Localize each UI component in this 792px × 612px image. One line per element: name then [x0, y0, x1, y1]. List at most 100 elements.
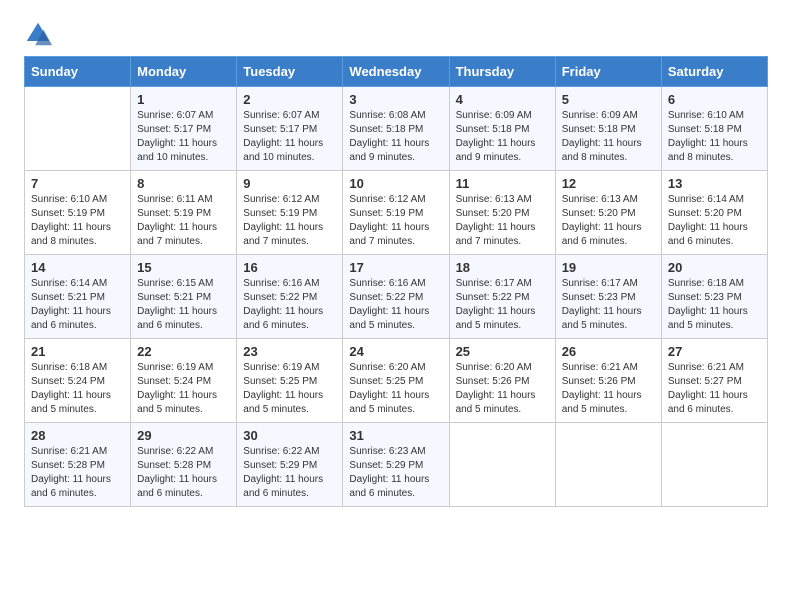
day-cell: [555, 423, 661, 507]
day-info: Sunrise: 6:13 AM Sunset: 5:20 PM Dayligh…: [456, 193, 549, 249]
day-number: 20: [668, 260, 761, 275]
day-cell: 1 Sunrise: 6:07 AM Sunset: 5:17 PM Daylig…: [131, 87, 237, 171]
day-number: 17: [349, 260, 442, 275]
day-info: Sunrise: 6:07 AM Sunset: 5:17 PM Dayligh…: [137, 109, 230, 165]
day-number: 22: [137, 344, 230, 359]
day-info: Sunrise: 6:17 AM Sunset: 5:22 PM Dayligh…: [456, 277, 549, 333]
day-number: 18: [456, 260, 549, 275]
day-number: 4: [456, 92, 549, 107]
calendar-header: SundayMondayTuesdayWednesdayThursdayFrid…: [25, 57, 768, 87]
day-info: Sunrise: 6:13 AM Sunset: 5:20 PM Dayligh…: [562, 193, 655, 249]
day-info: Sunrise: 6:21 AM Sunset: 5:26 PM Dayligh…: [562, 361, 655, 417]
day-number: 24: [349, 344, 442, 359]
day-number: 9: [243, 176, 336, 191]
day-info: Sunrise: 6:16 AM Sunset: 5:22 PM Dayligh…: [243, 277, 336, 333]
day-info: Sunrise: 6:19 AM Sunset: 5:24 PM Dayligh…: [137, 361, 230, 417]
day-info: Sunrise: 6:22 AM Sunset: 5:28 PM Dayligh…: [137, 445, 230, 501]
calendar-table: SundayMondayTuesdayWednesdayThursdayFrid…: [24, 56, 768, 507]
calendar-body: 1 Sunrise: 6:07 AM Sunset: 5:17 PM Daylig…: [25, 87, 768, 507]
day-cell: 12 Sunrise: 6:13 AM Sunset: 5:20 PM Dayli…: [555, 171, 661, 255]
day-number: 19: [562, 260, 655, 275]
day-cell: 3 Sunrise: 6:08 AM Sunset: 5:18 PM Daylig…: [343, 87, 449, 171]
day-info: Sunrise: 6:07 AM Sunset: 5:17 PM Dayligh…: [243, 109, 336, 165]
day-number: 3: [349, 92, 442, 107]
day-number: 16: [243, 260, 336, 275]
day-info: Sunrise: 6:22 AM Sunset: 5:29 PM Dayligh…: [243, 445, 336, 501]
day-cell: 11 Sunrise: 6:13 AM Sunset: 5:20 PM Dayli…: [449, 171, 555, 255]
day-info: Sunrise: 6:14 AM Sunset: 5:21 PM Dayligh…: [31, 277, 124, 333]
day-info: Sunrise: 6:09 AM Sunset: 5:18 PM Dayligh…: [456, 109, 549, 165]
day-cell: 7Sunrise: 6:10 AM Sunset: 5:19 PM Daylig…: [25, 171, 131, 255]
day-cell: 18 Sunrise: 6:17 AM Sunset: 5:22 PM Dayli…: [449, 255, 555, 339]
day-number: 5: [562, 92, 655, 107]
header-cell-sunday: Sunday: [25, 57, 131, 87]
header-cell-wednesday: Wednesday: [343, 57, 449, 87]
day-cell: 25 Sunrise: 6:20 AM Sunset: 5:26 PM Dayli…: [449, 339, 555, 423]
logo-icon: [24, 20, 52, 48]
day-info: Sunrise: 6:14 AM Sunset: 5:20 PM Dayligh…: [668, 193, 761, 249]
day-info: Sunrise: 6:09 AM Sunset: 5:18 PM Dayligh…: [562, 109, 655, 165]
day-cell: 17Sunrise: 6:16 AM Sunset: 5:22 PM Dayli…: [343, 255, 449, 339]
day-info: Sunrise: 6:08 AM Sunset: 5:18 PM Dayligh…: [349, 109, 442, 165]
day-number: 13: [668, 176, 761, 191]
day-info: Sunrise: 6:11 AM Sunset: 5:19 PM Dayligh…: [137, 193, 230, 249]
day-cell: 15 Sunrise: 6:15 AM Sunset: 5:21 PM Dayli…: [131, 255, 237, 339]
day-number: 2: [243, 92, 336, 107]
day-info: Sunrise: 6:12 AM Sunset: 5:19 PM Dayligh…: [349, 193, 442, 249]
header-row: SundayMondayTuesdayWednesdayThursdayFrid…: [25, 57, 768, 87]
day-number: 21: [31, 344, 124, 359]
day-number: 28: [31, 428, 124, 443]
header-cell-monday: Monday: [131, 57, 237, 87]
week-row-5: 28 Sunrise: 6:21 AM Sunset: 5:28 PM Dayli…: [25, 423, 768, 507]
day-info: Sunrise: 6:21 AM Sunset: 5:28 PM Dayligh…: [31, 445, 124, 501]
header-cell-thursday: Thursday: [449, 57, 555, 87]
day-number: 30: [243, 428, 336, 443]
week-row-3: 14 Sunrise: 6:14 AM Sunset: 5:21 PM Dayli…: [25, 255, 768, 339]
day-cell: 27 Sunrise: 6:21 AM Sunset: 5:27 PM Dayli…: [661, 339, 767, 423]
day-cell: 30 Sunrise: 6:22 AM Sunset: 5:29 PM Dayli…: [237, 423, 343, 507]
day-cell: 29Sunrise: 6:22 AM Sunset: 5:28 PM Dayli…: [131, 423, 237, 507]
day-info: Sunrise: 6:23 AM Sunset: 5:29 PM Dayligh…: [349, 445, 442, 501]
day-number: 23: [243, 344, 336, 359]
day-info: Sunrise: 6:10 AM Sunset: 5:18 PM Dayligh…: [668, 109, 761, 165]
day-cell: 22 Sunrise: 6:19 AM Sunset: 5:24 PM Dayli…: [131, 339, 237, 423]
day-cell: 10Sunrise: 6:12 AM Sunset: 5:19 PM Dayli…: [343, 171, 449, 255]
day-number: 15: [137, 260, 230, 275]
day-info: Sunrise: 6:17 AM Sunset: 5:23 PM Dayligh…: [562, 277, 655, 333]
day-number: 11: [456, 176, 549, 191]
day-info: Sunrise: 6:21 AM Sunset: 5:27 PM Dayligh…: [668, 361, 761, 417]
day-number: 25: [456, 344, 549, 359]
day-number: 27: [668, 344, 761, 359]
day-cell: 9 Sunrise: 6:12 AM Sunset: 5:19 PM Daylig…: [237, 171, 343, 255]
header-cell-saturday: Saturday: [661, 57, 767, 87]
day-cell: 8 Sunrise: 6:11 AM Sunset: 5:19 PM Daylig…: [131, 171, 237, 255]
day-number: 31: [349, 428, 442, 443]
day-info: Sunrise: 6:20 AM Sunset: 5:26 PM Dayligh…: [456, 361, 549, 417]
day-cell: 16 Sunrise: 6:16 AM Sunset: 5:22 PM Dayli…: [237, 255, 343, 339]
day-cell: 28 Sunrise: 6:21 AM Sunset: 5:28 PM Dayli…: [25, 423, 131, 507]
header-cell-friday: Friday: [555, 57, 661, 87]
day-cell: 31 Sunrise: 6:23 AM Sunset: 5:29 PM Dayli…: [343, 423, 449, 507]
header: [24, 20, 768, 48]
day-cell: 21Sunrise: 6:18 AM Sunset: 5:24 PM Dayli…: [25, 339, 131, 423]
day-cell: [25, 87, 131, 171]
week-row-4: 21Sunrise: 6:18 AM Sunset: 5:24 PM Dayli…: [25, 339, 768, 423]
day-number: 6: [668, 92, 761, 107]
day-cell: 13 Sunrise: 6:14 AM Sunset: 5:20 PM Dayli…: [661, 171, 767, 255]
day-number: 8: [137, 176, 230, 191]
day-number: 12: [562, 176, 655, 191]
day-cell: 26 Sunrise: 6:21 AM Sunset: 5:26 PM Dayli…: [555, 339, 661, 423]
day-cell: [661, 423, 767, 507]
day-info: Sunrise: 6:15 AM Sunset: 5:21 PM Dayligh…: [137, 277, 230, 333]
day-cell: 5 Sunrise: 6:09 AM Sunset: 5:18 PM Daylig…: [555, 87, 661, 171]
day-number: 1: [137, 92, 230, 107]
day-info: Sunrise: 6:12 AM Sunset: 5:19 PM Dayligh…: [243, 193, 336, 249]
day-cell: 19 Sunrise: 6:17 AM Sunset: 5:23 PM Dayli…: [555, 255, 661, 339]
day-cell: 24Sunrise: 6:20 AM Sunset: 5:25 PM Dayli…: [343, 339, 449, 423]
day-cell: 2 Sunrise: 6:07 AM Sunset: 5:17 PM Daylig…: [237, 87, 343, 171]
day-number: 14: [31, 260, 124, 275]
day-info: Sunrise: 6:19 AM Sunset: 5:25 PM Dayligh…: [243, 361, 336, 417]
day-number: 26: [562, 344, 655, 359]
day-info: Sunrise: 6:10 AM Sunset: 5:19 PM Dayligh…: [31, 193, 124, 249]
day-cell: 4 Sunrise: 6:09 AM Sunset: 5:18 PM Daylig…: [449, 87, 555, 171]
